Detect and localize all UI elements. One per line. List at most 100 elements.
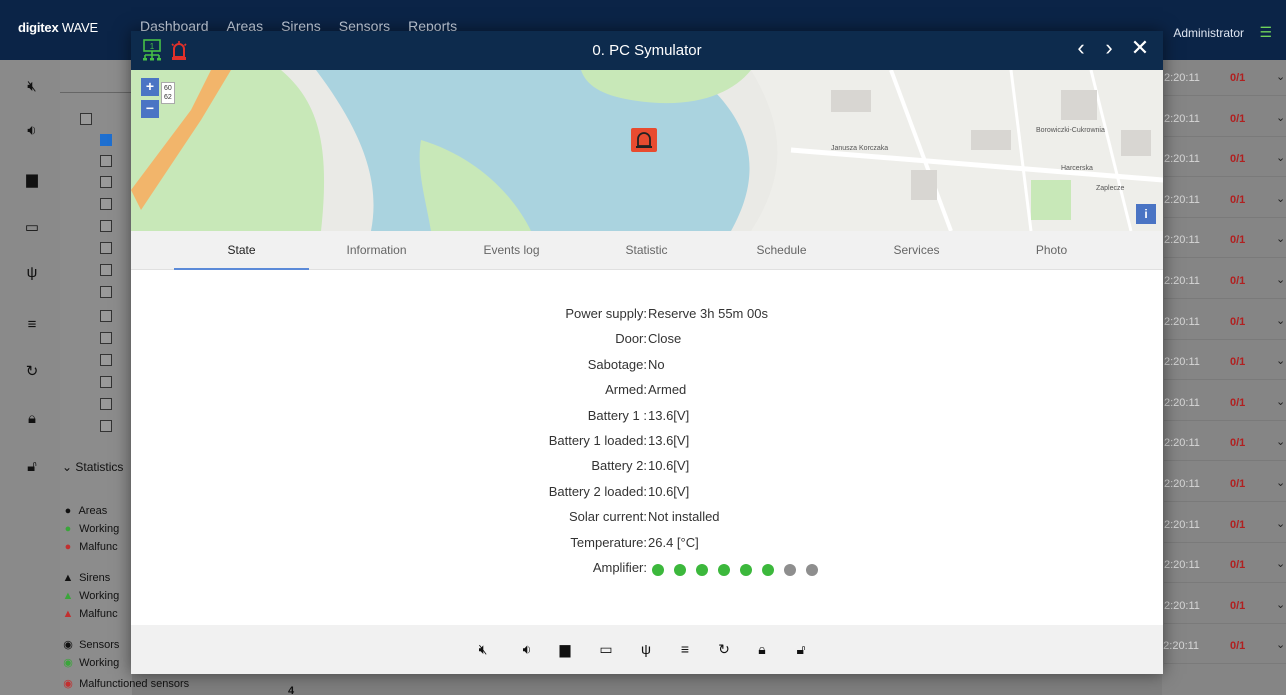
microphone-icon[interactable]: ψ xyxy=(22,264,42,281)
chevron-down-icon[interactable]: ⌄ xyxy=(1276,435,1285,448)
mute-icon[interactable]: 🔇︎ xyxy=(473,639,493,659)
tree-checkbox[interactable] xyxy=(100,310,112,322)
tab-state[interactable]: State xyxy=(174,231,309,270)
chevron-down-icon[interactable]: ⌄ xyxy=(1276,70,1285,83)
tree-checkbox[interactable] xyxy=(100,220,112,232)
chevron-down-icon[interactable]: ⌄ xyxy=(1276,354,1285,367)
event-count: 0/1 xyxy=(1230,315,1246,328)
chevron-down-icon[interactable]: ⌄ xyxy=(1276,557,1285,570)
tree-checkbox[interactable] xyxy=(100,134,112,146)
tab-schedule[interactable]: Schedule xyxy=(714,231,849,270)
event-row[interactable]: 2:20:11 0/1 ⌄ xyxy=(1164,304,1286,340)
unlock-icon[interactable]: 🔓︎ xyxy=(791,639,811,659)
playlist-check-icon[interactable]: ≡ xyxy=(675,639,695,659)
tree-checkbox[interactable] xyxy=(100,198,112,210)
map-info-button[interactable]: i xyxy=(1136,204,1156,224)
dialog-title: 0. PC Symulator xyxy=(592,42,702,59)
chevron-down-icon[interactable]: ⌄ xyxy=(1276,517,1285,530)
device-map[interactable]: Janusza Korczaka Borowiczki-Cukrownia Ha… xyxy=(131,70,1163,231)
stat-row: ▲ Working xyxy=(60,590,120,602)
event-row[interactable]: 2:20:11 0/1 ⌄ xyxy=(1164,60,1286,96)
tab-photo[interactable]: Photo xyxy=(984,231,1119,270)
keyboard-icon[interactable]: ▭ xyxy=(22,218,42,236)
event-row[interactable]: 2:20:11 0/1 ⌄ xyxy=(1164,101,1286,137)
microphone-icon[interactable]: ψ xyxy=(636,639,656,659)
tree-checkbox[interactable] xyxy=(100,398,112,410)
amplifier-status-dot xyxy=(740,564,752,576)
tree-root-checkbox[interactable] xyxy=(80,113,92,125)
event-row[interactable]: 2:20:11 0/1 ⌄ xyxy=(1164,547,1286,584)
lock-icon[interactable]: 🔒︎ xyxy=(22,410,42,427)
map-zoom-out-button[interactable]: − xyxy=(141,100,159,118)
lock-icon[interactable]: 🔒︎ xyxy=(752,639,772,659)
refresh-icon[interactable]: ↻ xyxy=(714,639,734,659)
chevron-down-icon[interactable]: ⌄ xyxy=(1276,395,1285,408)
close-dialog-button[interactable]: ✕ xyxy=(1129,35,1151,61)
chevron-down-icon[interactable]: ⌄ xyxy=(1276,598,1285,611)
state-value: Not installed xyxy=(648,509,720,525)
chevron-down-icon[interactable]: ⌄ xyxy=(1276,476,1285,489)
state-row: Battery 1 loaded: 13.6[V] xyxy=(131,433,1163,453)
tree-checkbox[interactable] xyxy=(100,176,112,188)
tree-checkbox[interactable] xyxy=(100,286,112,298)
event-time: 2:20:11 xyxy=(1164,234,1200,247)
previous-device-button[interactable]: ‹ xyxy=(1070,35,1092,61)
statistics-toggle[interactable]: ⌄ Statistics xyxy=(62,460,123,474)
street-label: Zaplecze xyxy=(1096,185,1125,192)
hamburger-menu-icon[interactable]: ☰ xyxy=(1259,24,1272,41)
event-row[interactable]: 2:20:11 0/1 ⌄ xyxy=(1164,141,1286,178)
event-row[interactable]: 2:20:11 0/1 ⌄ xyxy=(1164,425,1286,462)
left-action-toolbar: 🔇︎ 🔉︎ ▆ ▭ ψ ≡ ↻ 🔒︎ 🔓︎ xyxy=(0,60,60,695)
event-row[interactable]: 2:20:11 0/1 ⌄ xyxy=(1164,588,1286,624)
message-icon[interactable]: ▆ xyxy=(22,170,42,188)
tree-checkbox[interactable] xyxy=(100,420,112,432)
event-time: 2:20:11 xyxy=(1164,275,1200,287)
event-count: 0/1 xyxy=(1230,518,1246,531)
chevron-down-icon[interactable]: ⌄ xyxy=(1276,638,1285,651)
tab-services[interactable]: Services xyxy=(849,231,984,270)
event-row[interactable]: 2:20:11 0/1 ⌄ xyxy=(1164,507,1286,543)
mute-icon[interactable]: 🔇︎ xyxy=(22,78,42,95)
event-time: 2:20:11 xyxy=(1164,559,1200,572)
refresh-icon[interactable]: ↻ xyxy=(22,362,42,380)
event-row[interactable]: 2:20:11 0/1 ⌄ xyxy=(1164,263,1286,299)
chevron-down-icon[interactable]: ⌄ xyxy=(1276,314,1285,327)
volume-icon[interactable]: 🔉︎ xyxy=(22,122,42,139)
chevron-down-icon[interactable]: ⌄ xyxy=(1276,232,1285,245)
street-label: Borowiczki-Cukrownia xyxy=(1036,127,1105,134)
tree-checkbox[interactable] xyxy=(100,155,112,167)
tree-checkbox[interactable] xyxy=(100,264,112,276)
tab-information[interactable]: Information xyxy=(309,231,444,270)
tree-checkbox[interactable] xyxy=(100,332,112,344)
state-row: Battery 1 :13.6[V] xyxy=(131,408,1163,428)
event-time: 2:20:11 xyxy=(1164,599,1200,612)
event-row[interactable]: 2:20:11 0/1 ⌄ xyxy=(1164,182,1286,218)
event-row[interactable]: 2:20:11 0/1 ⌄ xyxy=(1164,385,1286,421)
tab-events-log[interactable]: Events log xyxy=(444,231,579,270)
playlist-check-icon[interactable]: ≡ xyxy=(22,316,42,333)
tab-statistic[interactable]: Statistic xyxy=(579,231,714,270)
event-row[interactable]: 2:20:11 0/1 ⌄ xyxy=(1164,344,1286,381)
siren-icon: ▲ xyxy=(62,608,74,620)
keyboard-icon[interactable]: ▭ xyxy=(596,639,616,659)
event-count: 0/1 xyxy=(1230,356,1246,369)
state-row: Sabotage: No xyxy=(131,357,1163,377)
tree-checkbox[interactable] xyxy=(100,376,112,388)
next-device-button[interactable]: › xyxy=(1098,35,1120,61)
volume-icon[interactable]: 🔉︎ xyxy=(517,639,537,659)
event-row[interactable]: 07.03.2018, 2:20:110/1⌄ xyxy=(1102,628,1286,665)
event-time: 2:20:11 xyxy=(1164,478,1200,490)
event-row[interactable]: 2:20:11 0/1 ⌄ xyxy=(1164,222,1286,259)
siren-marker[interactable] xyxy=(631,128,657,152)
message-icon[interactable]: ▆ xyxy=(555,639,575,659)
chevron-down-icon[interactable]: ⌄ xyxy=(1276,273,1285,286)
chevron-down-icon[interactable]: ⌄ xyxy=(1276,111,1285,124)
event-row[interactable]: 2:20:11 0/1 ⌄ xyxy=(1164,466,1286,502)
map-zoom-in-button[interactable]: + xyxy=(141,78,159,96)
user-name[interactable]: Administrator xyxy=(1173,26,1244,40)
tree-checkbox[interactable] xyxy=(100,354,112,366)
chevron-down-icon[interactable]: ⌄ xyxy=(1276,151,1285,164)
tree-checkbox[interactable] xyxy=(100,242,112,254)
chevron-down-icon[interactable]: ⌄ xyxy=(1276,192,1285,205)
unlock-icon[interactable]: 🔓︎ xyxy=(22,458,42,475)
